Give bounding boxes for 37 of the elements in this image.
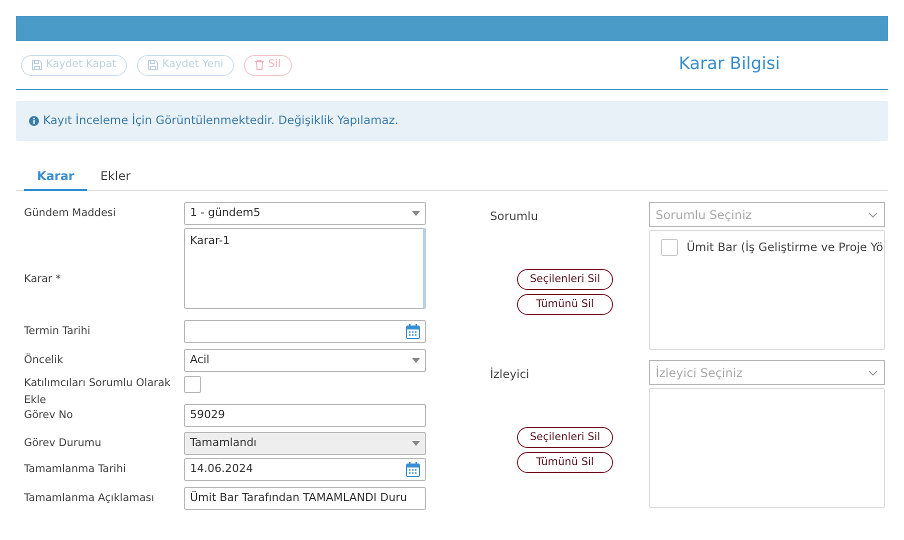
select-field[interactable]: Acil (184, 349, 426, 372)
field-label: Görev No (24, 408, 74, 423)
caret-icon (412, 358, 420, 363)
info-icon (29, 116, 39, 126)
remove-button[interactable]: Tümünü Sil (517, 452, 613, 474)
text-field[interactable]: 59029 (184, 404, 426, 427)
field-label: Termin Tarihi (24, 324, 92, 339)
select-field[interactable]: 1 - gündem5 (184, 202, 426, 225)
field-label: Tamamlanma Açıklaması (24, 491, 156, 506)
checkbox[interactable] (184, 376, 201, 393)
page-title: Karar Bilgisi (678, 53, 780, 76)
calendar-icon (406, 462, 420, 477)
field-label: Öncelik (24, 352, 64, 368)
date-field[interactable]: 14.06.2024 (184, 458, 426, 481)
alert-text: Kayıt İnceleme İçin Görüntülenmektedir. Değişiklik Yapılamaz. (43, 112, 398, 130)
chevron-down-icon (868, 370, 878, 376)
date-field[interactable] (184, 320, 426, 343)
caret-icon (412, 441, 420, 446)
field-label: Gündem Maddesi (24, 206, 117, 221)
field-label: Tamamlanma Tarihi (24, 462, 127, 477)
calendar-icon (406, 324, 420, 339)
field-label: Karar * (24, 272, 62, 287)
checkbox[interactable] (660, 239, 678, 256)
field-label: Katılımcıları Sorumlu Olarak Ekle (24, 376, 172, 408)
text-field[interactable]: Ümit Bar Tarafından TAMAMLANDI Duru (184, 487, 426, 510)
tab[interactable]: Ekler (87, 163, 144, 191)
textarea-field[interactable]: Karar-1 (184, 228, 426, 309)
field-label: İzleyici (490, 366, 530, 383)
remove-button[interactable]: Tümünü Sil (517, 294, 613, 316)
chevron-down-icon (868, 212, 878, 218)
list-item-label: Ümit Bar (İş Geliştirme ve Proje Yö (686, 239, 884, 256)
caret-icon (412, 211, 420, 216)
field-label: Sorumlu (490, 208, 540, 225)
remove-button[interactable]: Seçilenleri Sil (517, 269, 613, 290)
remove-button[interactable]: Seçilenleri Sil (517, 427, 613, 448)
field-label: Görev Durumu (24, 436, 102, 451)
trash-icon (255, 60, 264, 70)
